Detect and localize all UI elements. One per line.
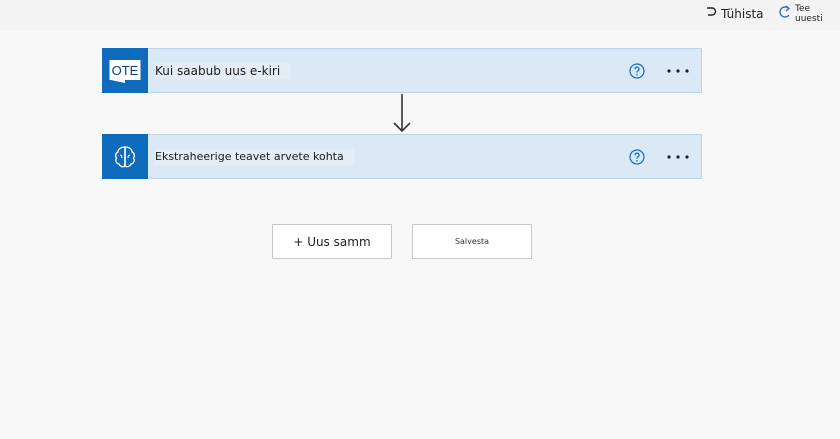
trigger-card[interactable]: OTE Kui saabub uus e-kiri [102, 48, 702, 93]
action-title: Ekstraheerige teavet arvete kohta [155, 149, 354, 165]
redo-button[interactable]: Tee uuesti [778, 0, 840, 24]
undo-button[interactable]: Tühista [704, 0, 764, 24]
action-card[interactable]: Ekstraheerige teavet arvete kohta [102, 134, 702, 179]
outlook-icon-text: OTE [112, 63, 139, 78]
redo-label: Tee uuesti [795, 4, 823, 24]
trigger-title: Kui saabub uus e-kiri [155, 63, 291, 79]
help-icon[interactable] [629, 63, 645, 79]
save-button[interactable]: Salvesta [412, 224, 532, 259]
ai-builder-brain-icon [102, 134, 148, 179]
redo-icon [778, 4, 792, 20]
more-options-icon[interactable] [665, 147, 691, 167]
undo-label: Tühista [721, 7, 764, 21]
help-icon[interactable] [629, 149, 645, 165]
more-options-icon[interactable] [665, 61, 691, 81]
new-step-button[interactable]: + Uus samm [272, 224, 392, 259]
outlook-icon: OTE [102, 48, 148, 93]
connector-arrow-icon [391, 93, 413, 134]
undo-icon [704, 4, 718, 20]
